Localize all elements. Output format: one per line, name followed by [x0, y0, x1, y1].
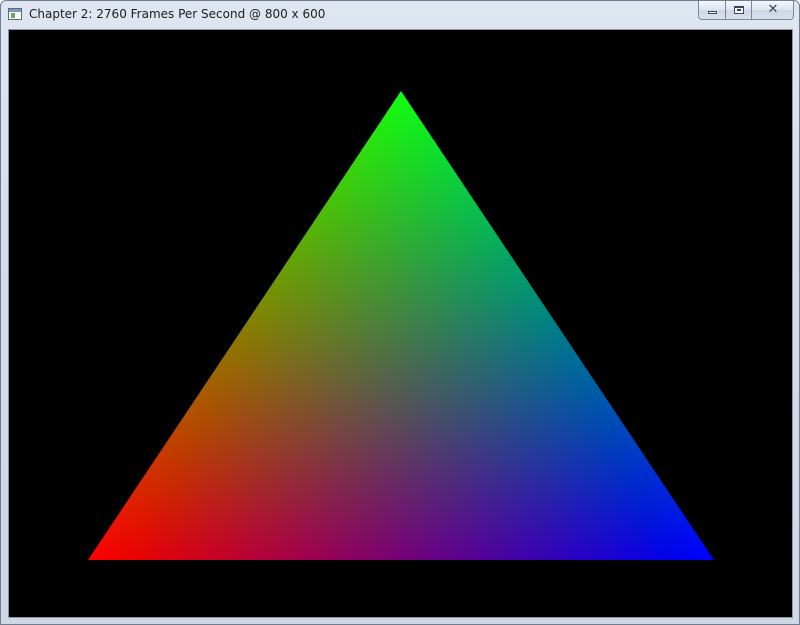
window-title: Chapter 2: 2760 Frames Per Second @ 800 … [29, 7, 326, 21]
maximize-icon-inner [737, 9, 741, 11]
app-icon-titlebar [9, 9, 21, 12]
app-window: Chapter 2: 2760 Frames Per Second @ 800 … [0, 0, 800, 625]
app-icon-pane [11, 13, 15, 18]
maximize-button[interactable] [725, 1, 751, 20]
close-button[interactable]: ✕ [751, 1, 794, 20]
minimize-icon [708, 11, 717, 14]
maximize-icon [734, 6, 744, 14]
close-icon: ✕ [767, 2, 779, 17]
render-viewport[interactable] [8, 29, 793, 618]
minimize-button[interactable] [698, 1, 725, 20]
triangle-canvas [9, 30, 792, 617]
title-bar[interactable]: Chapter 2: 2760 Frames Per Second @ 800 … [1, 1, 799, 29]
caption-buttons: ✕ [698, 1, 794, 21]
application-window-icon[interactable] [8, 8, 22, 20]
